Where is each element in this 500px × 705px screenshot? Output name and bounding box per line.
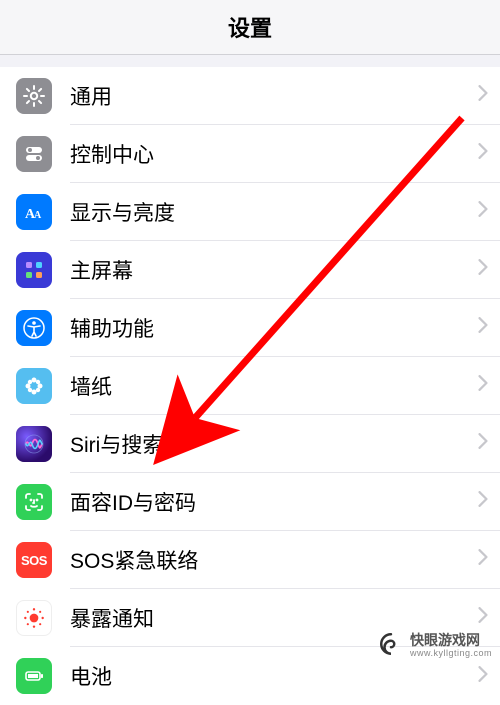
exposure-icon (16, 600, 52, 636)
item-label: 显示与亮度 (70, 197, 478, 227)
page-title: 设置 (228, 11, 272, 43)
settings-item-accessibility[interactable]: 辅助功能 (0, 299, 500, 357)
settings-item-battery[interactable]: 电池 (0, 647, 500, 705)
settings-item-siri-search[interactable]: Siri与搜索 (0, 415, 500, 473)
chevron-right-icon (478, 259, 488, 280)
settings-item-display[interactable]: AA 显示与亮度 (0, 183, 500, 241)
siri-icon (16, 426, 52, 462)
toggles-icon (16, 136, 52, 172)
accessibility-icon (16, 310, 52, 346)
chevron-right-icon (478, 143, 488, 164)
settings-list: 通用 控制中心 AA 显示与亮度 主屏幕 (0, 67, 500, 705)
settings-item-general[interactable]: 通用 (0, 67, 500, 125)
item-label: 辅助功能 (70, 313, 478, 343)
settings-item-faceid[interactable]: 面容ID与密码 (0, 473, 500, 531)
settings-item-control-center[interactable]: 控制中心 (0, 125, 500, 183)
item-label: Siri与搜索 (70, 429, 478, 459)
settings-item-sos[interactable]: SOS SOS紧急联络 (0, 531, 500, 589)
chevron-right-icon (478, 317, 488, 338)
item-label: 面容ID与密码 (70, 487, 478, 517)
item-label: 墙纸 (70, 371, 478, 401)
settings-item-wallpaper[interactable]: 墙纸 (0, 357, 500, 415)
item-label: SOS紧急联络 (70, 545, 478, 575)
flower-icon (16, 368, 52, 404)
chevron-right-icon (478, 85, 488, 106)
settings-item-exposure[interactable]: 暴露通知 (0, 589, 500, 647)
item-label: 主屏幕 (70, 255, 478, 285)
faceid-icon (16, 484, 52, 520)
chevron-right-icon (478, 201, 488, 222)
chevron-right-icon (478, 607, 488, 628)
item-label: 通用 (70, 81, 478, 111)
chevron-right-icon (478, 549, 488, 570)
svg-text:A: A (34, 210, 42, 221)
apps-grid-icon (16, 252, 52, 288)
gear-icon (16, 78, 52, 114)
header: 设置 (0, 0, 500, 55)
battery-icon (16, 658, 52, 694)
item-label: 电池 (70, 661, 478, 691)
chevron-right-icon (478, 666, 488, 687)
item-label: 控制中心 (70, 139, 478, 169)
chevron-right-icon (478, 491, 488, 512)
sos-icon: SOS (16, 542, 52, 578)
text-size-icon: AA (16, 194, 52, 230)
chevron-right-icon (478, 433, 488, 454)
item-label: 暴露通知 (70, 603, 478, 633)
chevron-right-icon (478, 375, 488, 396)
settings-item-home-screen[interactable]: 主屏幕 (0, 241, 500, 299)
